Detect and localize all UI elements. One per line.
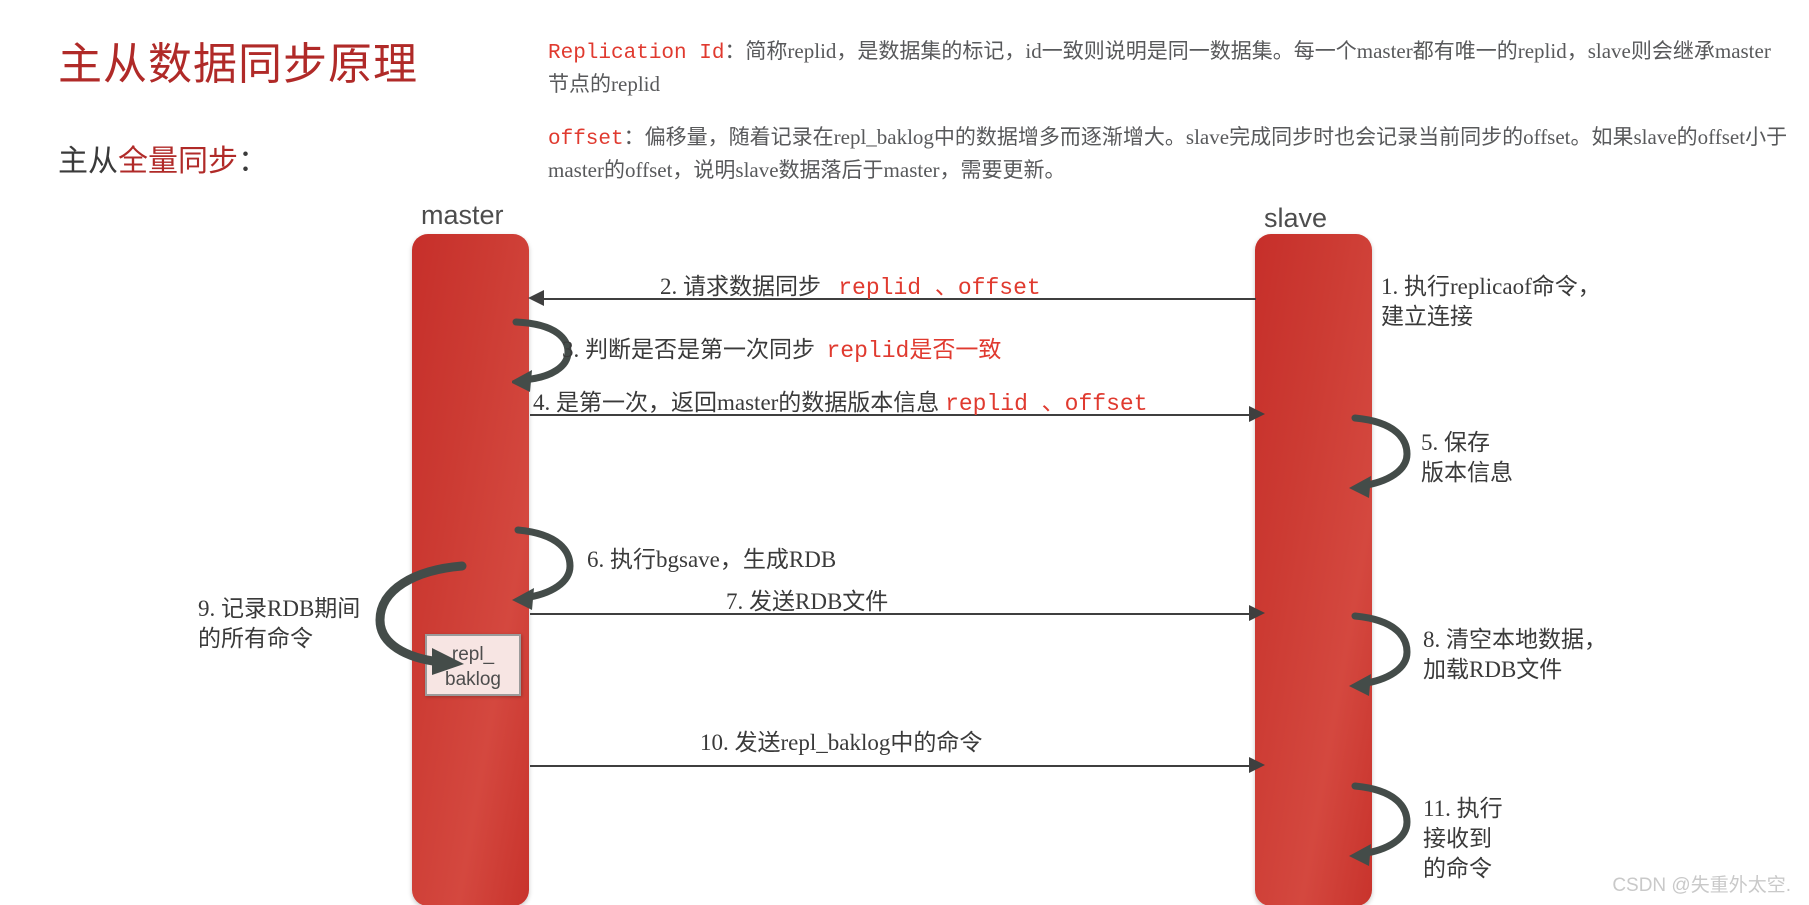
slave-node-label: slave [1264, 203, 1328, 233]
note-replication-id: Replication Id：简称replid，是数据集的标记，id一致则说明是… [548, 36, 1788, 100]
message-label-step-3: 3. 判断是否是第一次同步 replid是否一致 [562, 330, 1001, 364]
self-loop-arrow-step-9 [375, 561, 467, 675]
side-note-step-11: 11. 执行 接收到 的命令 [1423, 796, 1503, 881]
note-offset-body: ：偏移量，随着记录在repl_baklog中的数据增多而逐渐增大。slave完成… [548, 125, 1788, 182]
page-title: 主从数据同步原理 [58, 28, 418, 92]
note-offset: offset：偏移量，随着记录在repl_baklog中的数据增多而逐渐增大。s… [548, 122, 1788, 186]
message-label-step-3-text: 3. 判断是否是第一次同步 [562, 337, 815, 362]
slide-canvas: 主从数据同步原理 主从全量同步： Replication Id：简称replid… [0, 0, 1809, 905]
subtitle-prefix: 主从 [58, 145, 118, 178]
message-label-step-3-code: replid是否一致 [826, 338, 1002, 364]
message-line-step-10 [530, 765, 1256, 767]
message-label-step-2-code: replid 、offset [838, 275, 1041, 301]
message-label-step-10: 10. 发送repl_baklog中的命令 [700, 730, 983, 755]
message-label-step-6: 6. 执行bgsave，生成RDB [587, 547, 837, 572]
message-label-step-4: 4. 是第一次，返回master的数据版本信息 replid 、offset [533, 383, 1148, 417]
message-line-step-7 [530, 613, 1256, 615]
page-title-text: 主从数据同步原理 [58, 40, 418, 89]
note-replid-body: ：简称replid，是数据集的标记，id一致则说明是同一数据集。每一个maste… [548, 39, 1771, 96]
message-arrowhead-step-10 [1249, 757, 1265, 773]
note-offset-term: offset [548, 128, 624, 151]
subtitle-suffix: ： [238, 145, 268, 178]
note-replid-term: Replication Id [548, 42, 725, 65]
message-label-step-2: 2. 请求数据同步 replid 、offset [660, 267, 1041, 301]
side-note-step-8: 8. 清空本地数据， 加载RDB文件 [1423, 627, 1607, 682]
subtitle-highlight: 全量同步 [118, 145, 238, 178]
message-label-step-2-text: 2. 请求数据同步 [660, 274, 821, 299]
message-label-step-7: 7. 发送RDB文件 [726, 589, 889, 614]
side-note-step-9: 9. 记录RDB期间 的所有命令 [198, 596, 361, 651]
side-note-step-1: 1. 执行replicaof命令， 建立连接 [1381, 274, 1601, 329]
self-loop-arrow-step-6 [512, 526, 574, 610]
message-label-step-4-code: replid 、offset [945, 391, 1148, 417]
self-loop-arrow-step-11 [1349, 782, 1411, 866]
section-subtitle: 主从全量同步： [58, 136, 268, 180]
message-arrowhead-step-4 [1249, 406, 1265, 422]
master-node-label: master [421, 200, 504, 230]
self-loop-arrow-step-8 [1349, 612, 1411, 696]
self-loop-arrow-step-5 [1349, 414, 1411, 498]
message-arrowhead-step-2 [528, 290, 544, 306]
csdn-watermark: CSDN @失重外太空. [1612, 875, 1791, 896]
side-note-step-5: 5. 保存 版本信息 [1421, 430, 1513, 485]
message-label-step-4-text: 4. 是第一次，返回master的数据版本信息 [533, 390, 940, 415]
message-arrowhead-step-7 [1249, 605, 1265, 621]
